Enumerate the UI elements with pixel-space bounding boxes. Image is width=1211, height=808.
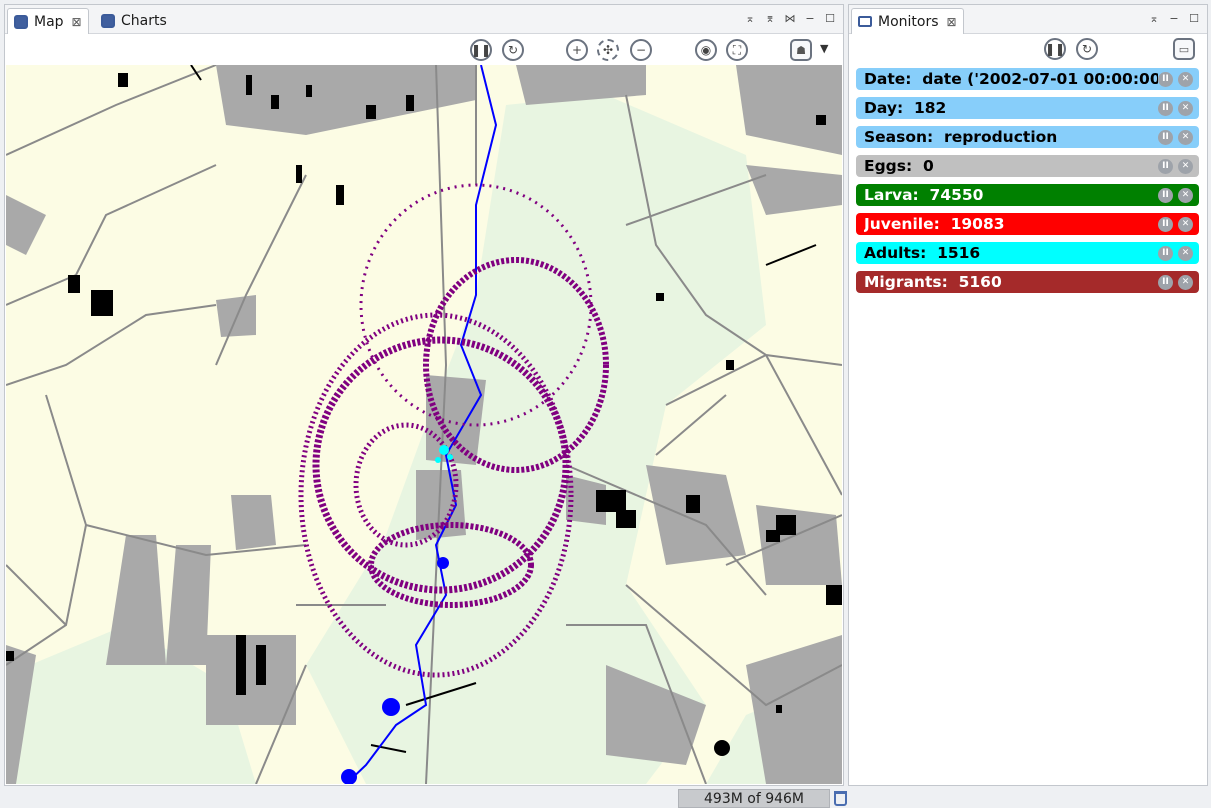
monitors-window-controls: ⌅ − ☐ <box>1147 11 1201 25</box>
zoom-fit-icon[interactable]: ✣ <box>597 39 619 61</box>
snapshot-icon[interactable]: ◉ <box>695 39 717 61</box>
zoom-in-icon[interactable]: + <box>566 39 588 61</box>
monitor-juvenile: Juvenile: 19083 II ✕ <box>856 213 1199 235</box>
map-toolbar: ❚❚ ↻ + ✣ − ◉ ⛶ ☗ ▼ <box>5 34 843 68</box>
monitors-tabbar: Monitors ⊠ ⌅ − ☐ <box>849 5 1207 34</box>
maximize-icon[interactable]: ☐ <box>823 11 837 25</box>
monitor-text: Date: date ('2002-07-01 00:00:00') <box>864 70 1158 88</box>
collapse-icon[interactable]: ⌅ <box>1147 11 1161 25</box>
close-icon[interactable]: ✕ <box>1178 187 1193 203</box>
monitor-day: Day: 182 II ✕ <box>856 97 1199 119</box>
pause-icon[interactable]: II <box>1158 100 1173 116</box>
tab-map-label: Map <box>34 13 64 30</box>
monitor-text: Adults: 1516 <box>864 244 981 262</box>
map-window-controls: ⌅ ⌆ ⋈ − ☐ <box>743 11 837 25</box>
close-icon[interactable]: ⊠ <box>72 15 82 29</box>
monitor-text: Larva: 74550 <box>864 186 984 204</box>
monitor-eggs: Eggs: 0 II ✕ <box>856 155 1199 177</box>
pause-icon[interactable]: II <box>1158 158 1173 174</box>
minimize-icon[interactable]: − <box>1167 11 1181 25</box>
pause-icon[interactable]: II <box>1158 71 1173 87</box>
close-icon[interactable]: ✕ <box>1178 100 1193 116</box>
zoom-out-icon[interactable]: − <box>630 39 652 61</box>
monitor-icon <box>858 16 872 27</box>
monitor-migrants: Migrants: 5160 II ✕ <box>856 271 1199 293</box>
pond <box>341 769 357 784</box>
trash-icon[interactable] <box>834 791 847 806</box>
monitors-toolbar: ❚❚ ↻ ▭ <box>849 34 1207 64</box>
tab-monitors-label: Monitors <box>878 13 939 30</box>
green-area <box>306 95 766 784</box>
close-icon[interactable]: ✕ <box>1178 274 1193 290</box>
map-pane: Map ⊠ Charts ⌅ ⌆ ⋈ − ☐ ❚❚ ↻ + ✣ − ◉ ⛶ ☗ … <box>4 4 844 786</box>
close-icon[interactable]: ✕ <box>1178 129 1193 145</box>
monitor-text: Season: reproduction <box>864 128 1058 146</box>
layers-icon[interactable]: ☗ <box>790 39 812 61</box>
monitor-text: Day: 182 <box>864 99 947 117</box>
pause-icon[interactable]: II <box>1158 187 1173 203</box>
tab-map[interactable]: Map ⊠ <box>7 8 89 34</box>
sync-icon[interactable]: ↻ <box>502 39 524 61</box>
pause-icon[interactable]: ❚❚ <box>1044 38 1066 60</box>
pond <box>437 557 449 569</box>
maximize-icon[interactable]: ☐ <box>1187 11 1201 25</box>
pause-icon[interactable]: ❚❚ <box>470 39 492 61</box>
monitor-adults: Adults: 1516 II ✕ <box>856 242 1199 264</box>
status-bar <box>0 787 1211 808</box>
tab-charts[interactable]: Charts <box>95 8 173 34</box>
pause-icon[interactable]: II <box>1158 274 1173 290</box>
close-icon[interactable]: ✕ <box>1178 158 1193 174</box>
display-icon[interactable]: ▭ <box>1173 38 1195 60</box>
pause-icon[interactable]: II <box>1158 245 1173 261</box>
monitor-text: Migrants: 5160 <box>864 273 1002 291</box>
fullscreen-icon[interactable]: ⛶ <box>726 39 748 61</box>
monitors-pane: Monitors ⊠ ⌅ − ☐ ❚❚ ↻ ▭ <box>848 4 1208 786</box>
map-canvas <box>6 65 842 784</box>
collapse-icon[interactable]: ⌅ <box>743 11 757 25</box>
map-view[interactable] <box>6 65 842 784</box>
sync-icon[interactable]: ↻ <box>1076 38 1098 60</box>
monitor-text: Juvenile: 19083 <box>864 215 1005 233</box>
monitor-date: Date: date ('2002-07-01 00:00:00') II ✕ <box>856 68 1199 90</box>
tab-monitors[interactable]: Monitors ⊠ <box>851 8 964 34</box>
close-icon[interactable]: ✕ <box>1178 245 1193 261</box>
close-icon[interactable]: ✕ <box>1178 71 1193 87</box>
dropdown-arrow-icon[interactable]: ▼ <box>820 42 828 55</box>
tab-charts-label: Charts <box>121 13 167 29</box>
pond <box>382 698 400 716</box>
minimize-icon[interactable]: − <box>803 11 817 25</box>
charts-tab-icon <box>101 14 115 28</box>
expand-icon[interactable]: ⌆ <box>763 11 777 25</box>
restore-icon[interactable]: ⋈ <box>783 11 797 25</box>
pause-icon[interactable]: II <box>1158 129 1173 145</box>
pause-icon[interactable]: II <box>1158 216 1173 232</box>
monitor-season: Season: reproduction II ✕ <box>856 126 1199 148</box>
map-tabbar: Map ⊠ Charts ⌅ ⌆ ⋈ − ☐ <box>5 5 843 34</box>
memory-indicator[interactable]: 493M of 946M <box>678 789 830 808</box>
close-icon[interactable]: ⊠ <box>947 15 957 29</box>
monitor-text: Eggs: 0 <box>864 157 934 175</box>
close-icon[interactable]: ✕ <box>1178 216 1193 232</box>
monitor-larva: Larva: 74550 II ✕ <box>856 184 1199 206</box>
map-tab-icon <box>14 14 28 29</box>
